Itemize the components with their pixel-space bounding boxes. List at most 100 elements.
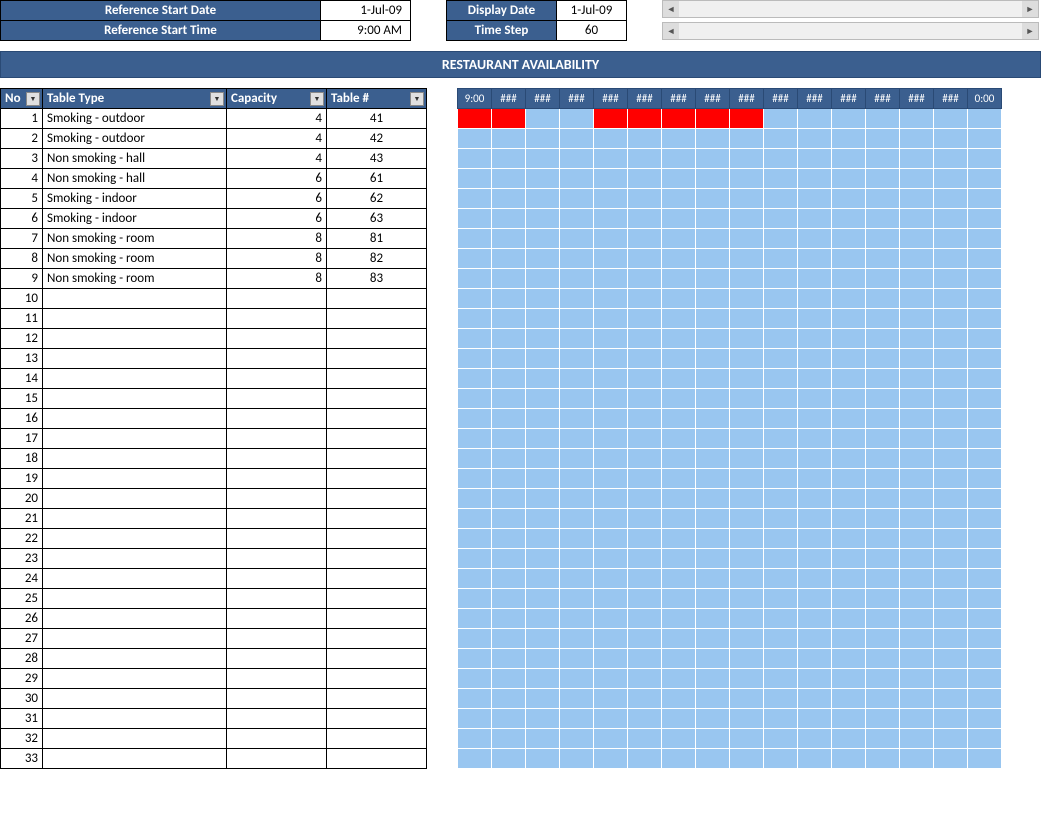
availability-cell[interactable]: [832, 249, 866, 269]
availability-cell[interactable]: [662, 269, 696, 289]
availability-cell[interactable]: [696, 169, 730, 189]
availability-cell[interactable]: [764, 549, 798, 569]
table-row[interactable]: 22: [1, 529, 427, 549]
availability-cell[interactable]: [662, 509, 696, 529]
col-header-capacity[interactable]: Capacity ▼: [227, 89, 327, 109]
availability-cell[interactable]: [900, 409, 934, 429]
availability-cell[interactable]: [594, 729, 628, 749]
availability-cell[interactable]: [730, 749, 764, 769]
cell-capacity[interactable]: [227, 609, 327, 629]
availability-cell[interactable]: [628, 229, 662, 249]
availability-cell[interactable]: [730, 429, 764, 449]
availability-cell[interactable]: [764, 189, 798, 209]
availability-cell[interactable]: [764, 749, 798, 769]
display-date-scrollbar[interactable]: ◄ ►: [662, 0, 1039, 18]
cell-no[interactable]: 2: [1, 129, 43, 149]
availability-cell[interactable]: [730, 229, 764, 249]
availability-cell[interactable]: [662, 729, 696, 749]
table-row[interactable]: 31: [1, 709, 427, 729]
availability-cell[interactable]: [662, 109, 696, 129]
availability-cell[interactable]: [458, 629, 492, 649]
col-header-no[interactable]: No ▼: [1, 89, 43, 109]
availability-cell[interactable]: [696, 449, 730, 469]
availability-cell[interactable]: [492, 369, 526, 389]
availability-cell[interactable]: [832, 549, 866, 569]
availability-cell[interactable]: [832, 669, 866, 689]
availability-cell[interactable]: [866, 689, 900, 709]
availability-cell[interactable]: [968, 269, 1002, 289]
availability-cell[interactable]: [730, 609, 764, 629]
availability-cell[interactable]: [594, 209, 628, 229]
availability-cell[interactable]: [492, 609, 526, 629]
availability-cell[interactable]: [866, 269, 900, 289]
availability-cell[interactable]: [764, 109, 798, 129]
availability-cell[interactable]: [696, 209, 730, 229]
cell-table-num[interactable]: [327, 549, 427, 569]
availability-cell[interactable]: [560, 569, 594, 589]
cell-no[interactable]: 15: [1, 389, 43, 409]
availability-cell[interactable]: [662, 409, 696, 429]
cell-no[interactable]: 22: [1, 529, 43, 549]
cell-no[interactable]: 9: [1, 269, 43, 289]
availability-cell[interactable]: [594, 449, 628, 469]
cell-no[interactable]: 23: [1, 549, 43, 569]
availability-cell[interactable]: [594, 109, 628, 129]
availability-cell[interactable]: [560, 529, 594, 549]
availability-cell[interactable]: [900, 349, 934, 369]
availability-cell[interactable]: [492, 489, 526, 509]
availability-cell[interactable]: [900, 569, 934, 589]
availability-cell[interactable]: [526, 709, 560, 729]
cell-table-num[interactable]: 43: [327, 149, 427, 169]
availability-cell[interactable]: [968, 309, 1002, 329]
availability-cell[interactable]: [526, 209, 560, 229]
availability-cell[interactable]: [594, 609, 628, 629]
time-step-scrollbar[interactable]: ◄ ►: [662, 22, 1039, 40]
availability-cell[interactable]: [934, 389, 968, 409]
availability-cell[interactable]: [968, 669, 1002, 689]
availability-cell[interactable]: [458, 449, 492, 469]
availability-cell[interactable]: [696, 629, 730, 649]
cell-table-num[interactable]: [327, 309, 427, 329]
availability-cell[interactable]: [968, 509, 1002, 529]
availability-cell[interactable]: [832, 609, 866, 629]
availability-cell[interactable]: [696, 389, 730, 409]
availability-cell[interactable]: [764, 429, 798, 449]
availability-cell[interactable]: [832, 329, 866, 349]
availability-cell[interactable]: [458, 149, 492, 169]
availability-cell[interactable]: [526, 549, 560, 569]
cell-no[interactable]: 1: [1, 109, 43, 129]
cell-capacity[interactable]: [227, 509, 327, 529]
availability-cell[interactable]: [866, 549, 900, 569]
cell-no[interactable]: 4: [1, 169, 43, 189]
availability-cell[interactable]: [628, 569, 662, 589]
cell-capacity[interactable]: [227, 749, 327, 769]
cell-no[interactable]: 21: [1, 509, 43, 529]
availability-cell[interactable]: [696, 489, 730, 509]
availability-cell[interactable]: [934, 229, 968, 249]
availability-cell[interactable]: [968, 549, 1002, 569]
availability-cell[interactable]: [730, 549, 764, 569]
availability-cell[interactable]: [730, 589, 764, 609]
availability-cell[interactable]: [730, 149, 764, 169]
availability-cell[interactable]: [458, 549, 492, 569]
availability-cell[interactable]: [730, 109, 764, 129]
availability-cell[interactable]: [900, 309, 934, 329]
cell-capacity[interactable]: 8: [227, 229, 327, 249]
availability-cell[interactable]: [900, 369, 934, 389]
availability-cell[interactable]: [458, 649, 492, 669]
availability-cell[interactable]: [560, 589, 594, 609]
availability-cell[interactable]: [492, 349, 526, 369]
availability-cell[interactable]: [934, 629, 968, 649]
availability-cell[interactable]: [764, 229, 798, 249]
availability-cell[interactable]: [934, 289, 968, 309]
availability-cell[interactable]: [526, 689, 560, 709]
availability-cell[interactable]: [934, 349, 968, 369]
availability-cell[interactable]: [764, 589, 798, 609]
availability-cell[interactable]: [458, 209, 492, 229]
availability-cell[interactable]: [730, 309, 764, 329]
availability-cell[interactable]: [628, 549, 662, 569]
cell-capacity[interactable]: [227, 569, 327, 589]
cell-capacity[interactable]: [227, 629, 327, 649]
cell-type[interactable]: Non smoking - hall: [43, 169, 227, 189]
availability-cell[interactable]: [764, 629, 798, 649]
